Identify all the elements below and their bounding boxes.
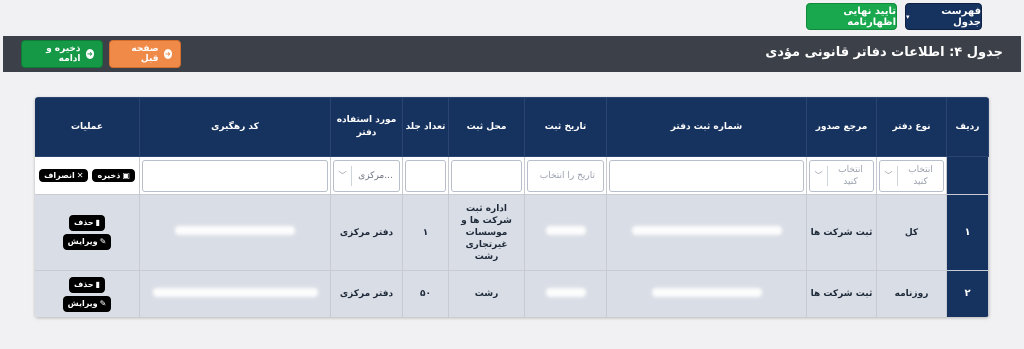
ledger-type-cell: انتخاب کنید ﹀	[876, 156, 947, 195]
registration-place-cell	[448, 156, 525, 195]
issuer-placeholder: انتخاب کنید	[838, 164, 863, 187]
tracking-code-redacted	[139, 270, 331, 317]
save-icon: ▣	[122, 171, 130, 180]
actions-cell: ▣ ذخیره ✕ انصراف	[35, 156, 140, 195]
row-number: ۱	[946, 194, 989, 271]
close-icon: ✕	[76, 171, 84, 180]
volume-count-input[interactable]	[405, 159, 446, 192]
edit-row-button[interactable]: ✎ ویرایش	[62, 234, 112, 250]
registration-date-placeholder: تاریخ را انتخاب	[539, 170, 595, 181]
previous-page-button[interactable]: ➜ صفحه قبل	[109, 40, 181, 68]
ledger-table: ردیف نوع دفتر مرجع صدور شماره ثبت دفتر ت…	[35, 97, 989, 317]
arrow-left-icon: ➜	[85, 49, 94, 59]
page-title: جدول ۴: اطلاعات دفاتر قانونی مؤدی	[765, 45, 1003, 60]
edit-row-button[interactable]: ✎ ویرایش	[62, 295, 112, 312]
tracking-code-cell	[139, 156, 331, 195]
registration-date-input[interactable]: تاریخ را انتخاب	[527, 159, 604, 192]
issuer-value: ثبت شرکت ها	[806, 270, 877, 317]
save-row-button[interactable]: ▣ ذخیره	[92, 169, 135, 182]
row-number: ۲	[946, 270, 989, 317]
table-list-dropdown-button[interactable]: فهرست جدول ▾	[905, 3, 982, 30]
col-header-issuer: مرجع صدور	[806, 97, 877, 157]
save-row-label: ذخیره	[97, 171, 121, 180]
registration-number-cell	[606, 156, 807, 195]
issuer-cell: انتخاب کنید ﹀	[806, 156, 877, 195]
final-confirm-button[interactable]: تایید نهایی اظهارنامه	[806, 3, 897, 30]
save-continue-label: ذخیره و ادامه	[46, 44, 81, 64]
registration-date-redacted	[524, 270, 607, 317]
registration-date-redacted	[524, 194, 607, 271]
delete-row-button[interactable]: ▮ حذف	[68, 276, 106, 293]
registration-date-cell: تاریخ را انتخاب	[524, 156, 607, 195]
row-actions-cell: ▮ حذف ✎ ویرایش	[35, 270, 140, 317]
col-header-tracking-code: کد رهگیری	[139, 97, 331, 157]
chevron-down-icon: ﹀	[880, 165, 898, 186]
table-row: ۱ کل ثبت شرکت ها اداره ثبت شرکت ها و موس…	[35, 194, 989, 271]
delete-label: حذف	[73, 279, 94, 289]
registration-place-value: اداره ثبت شرکت ها و موسسات غیرتجاری رشت	[448, 194, 525, 271]
volume-count-cell	[402, 156, 449, 195]
col-header-row-number: ردیف	[946, 97, 989, 157]
edit-label: ویرایش	[67, 237, 98, 246]
tracking-code-input[interactable]	[142, 159, 328, 192]
tracking-code-redacted	[139, 194, 331, 271]
ledger-table-container: ردیف نوع دفتر مرجع صدور شماره ثبت دفتر ت…	[35, 97, 989, 317]
ledger-usage-value: ...مرکزی	[358, 170, 393, 181]
pencil-icon: ✎	[99, 237, 107, 246]
ledger-type-select[interactable]: انتخاب کنید ﹀	[879, 159, 944, 192]
previous-page-label: صفحه قبل	[131, 44, 159, 64]
ledger-usage-value: دفتر مرکزی	[330, 194, 403, 271]
save-continue-button[interactable]: ➜ ذخیره و ادامه	[21, 40, 103, 68]
ledger-usage-value: دفتر مرکزی	[330, 270, 403, 317]
col-header-registration-place: محل ثبت	[448, 97, 525, 157]
issuer-value: ثبت شرکت ها	[806, 194, 877, 271]
col-header-ledger-usage: مورد استفاده دفتر	[330, 97, 403, 157]
ledger-type-value: روزنامه	[876, 270, 947, 317]
table-header-row: ردیف نوع دفتر مرجع صدور شماره ثبت دفتر ت…	[35, 97, 989, 157]
registration-place-input[interactable]	[451, 159, 522, 192]
page-header-bar: جدول ۴: اطلاعات دفاتر قانونی مؤدی ➜ صفحه…	[3, 36, 1021, 72]
registration-number-redacted	[606, 194, 807, 271]
delete-row-button[interactable]: ▮ حذف	[68, 215, 106, 231]
cancel-row-label: انصراف	[44, 171, 75, 180]
row-actions-cell: ▮ حذف ✎ ویرایش	[35, 194, 140, 271]
pencil-icon: ✎	[99, 298, 107, 308]
col-header-registration-number: شماره ثبت دفتر	[606, 97, 807, 157]
registration-number-redacted	[606, 270, 807, 317]
col-header-ledger-type: نوع دفتر	[876, 97, 947, 157]
issuer-select[interactable]: انتخاب کنید ﹀	[809, 159, 874, 192]
chevron-down-icon: ﹀	[334, 165, 352, 186]
table-list-label: فهرست جدول	[941, 5, 981, 28]
ledger-type-placeholder: انتخاب کنید	[908, 164, 933, 187]
volume-count-value: ۵۰	[402, 270, 449, 317]
row-number-cell	[946, 156, 989, 195]
arrow-left-icon: ➜	[163, 49, 172, 59]
cancel-row-button[interactable]: ✕ انصراف	[39, 169, 89, 182]
table-row: ۲ روزنامه ثبت شرکت ها رشت ۵۰ دفتر مرکزی …	[35, 270, 989, 317]
edit-label: ویرایش	[67, 298, 98, 308]
volume-count-value: ۱	[402, 194, 449, 271]
registration-place-value: رشت	[448, 270, 525, 317]
caret-down-icon: ▾	[906, 12, 910, 21]
trash-icon: ▮	[95, 218, 101, 227]
ledger-type-value: کل	[876, 194, 947, 271]
delete-label: حذف	[73, 218, 94, 227]
table-input-row: انتخاب کنید ﹀ انتخاب کنید ﹀ تاریخ را انت…	[35, 156, 989, 195]
registration-number-input[interactable]	[609, 159, 804, 192]
ledger-usage-select[interactable]: ...مرکزی ﹀	[333, 159, 400, 192]
chevron-down-icon: ﹀	[810, 165, 828, 186]
col-header-actions: عملیات	[35, 97, 140, 157]
trash-icon: ▮	[95, 279, 101, 289]
col-header-volume-count: تعداد جلد	[402, 97, 449, 157]
ledger-usage-cell: ...مرکزی ﹀	[330, 156, 403, 195]
col-header-registration-date: تاریخ ثبت	[524, 97, 607, 157]
